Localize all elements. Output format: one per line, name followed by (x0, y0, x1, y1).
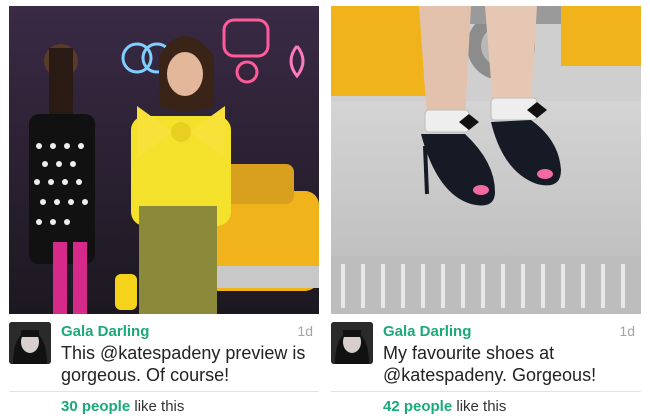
user-avatar-icon (9, 322, 51, 364)
author-name[interactable]: Gala Darling (61, 323, 149, 340)
post-text: My favourite shoes at @katespadeny. Gorg… (383, 343, 597, 385)
post-age: 1d (297, 323, 313, 339)
post-text: This @katespadeny preview is gorgeous. O… (61, 343, 306, 385)
likes-count[interactable]: 30 people (61, 398, 130, 415)
likes-count[interactable]: 42 people (383, 398, 452, 415)
post-photo[interactable] (331, 6, 641, 314)
post-card[interactable]: Gala Darling 1d This @katespadeny previe… (9, 0, 319, 420)
user-avatar-icon (331, 322, 373, 364)
likes-row[interactable]: 42 people like this (383, 398, 506, 415)
likes-row[interactable]: 30 people like this (61, 398, 184, 415)
avatar[interactable] (331, 322, 373, 364)
post-age: 1d (619, 323, 635, 339)
runway-photo-icon (9, 6, 319, 314)
author-name[interactable]: Gala Darling (383, 323, 471, 340)
post-photo[interactable] (9, 6, 319, 314)
likes-suffix: like this (452, 398, 507, 415)
likes-suffix: like this (130, 398, 185, 415)
divider (331, 391, 641, 392)
avatar[interactable] (9, 322, 51, 364)
shoes-photo-icon (331, 6, 641, 314)
divider (9, 391, 319, 392)
post-card[interactable]: Gala Darling 1d My favourite shoes at @k… (331, 0, 641, 420)
